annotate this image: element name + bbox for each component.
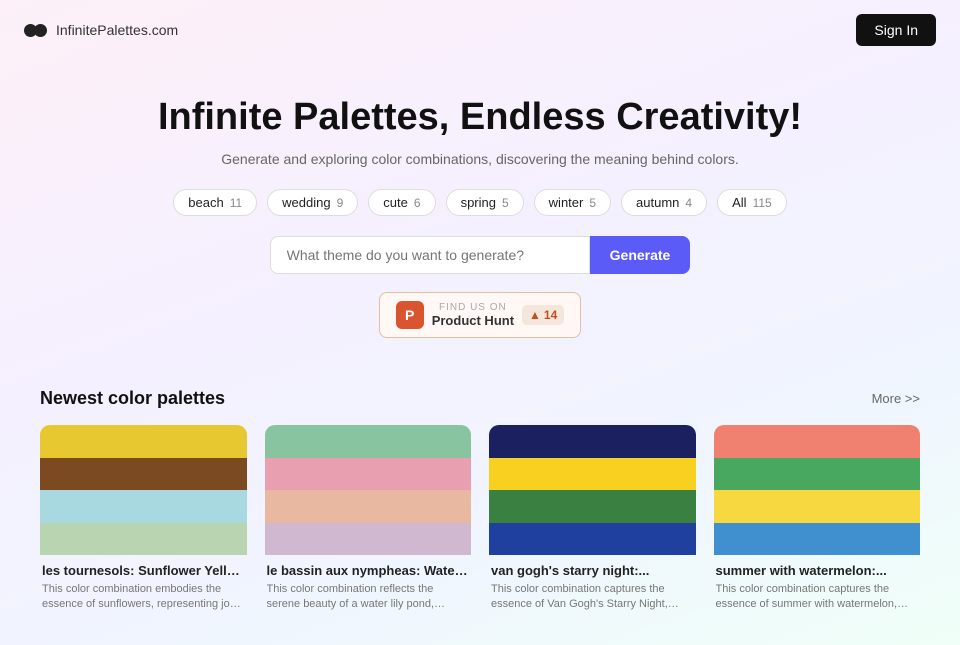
sign-in-button[interactable]: Sign In xyxy=(856,14,936,46)
palette-grid: les tournesols: Sunflower Yello... This … xyxy=(40,425,920,615)
palette-swatches xyxy=(40,425,247,555)
tag-count: 115 xyxy=(753,196,772,210)
tag-count: 11 xyxy=(230,196,242,210)
tag-label: beach xyxy=(188,195,223,210)
palette-info: van gogh's starry night:... This color c… xyxy=(489,555,696,615)
ph-upvote-badge: ▲ 14 xyxy=(522,305,564,325)
tag-count: 4 xyxy=(685,196,692,210)
color-swatch xyxy=(714,490,921,523)
color-swatch xyxy=(265,523,472,556)
palette-card[interactable]: les tournesols: Sunflower Yello... This … xyxy=(40,425,247,615)
palette-info: les tournesols: Sunflower Yello... This … xyxy=(40,555,247,615)
tag-label: autumn xyxy=(636,195,679,210)
logo-text: InfinitePalettes.com xyxy=(56,22,178,38)
search-input[interactable] xyxy=(270,236,590,274)
product-hunt-text-block: FIND US ON Product Hunt xyxy=(432,302,514,328)
color-swatch xyxy=(489,458,696,491)
more-link[interactable]: More >> xyxy=(872,391,920,406)
tag-item[interactable]: wedding 9 xyxy=(267,189,358,216)
tag-item[interactable]: All 115 xyxy=(717,189,787,216)
palette-name: van gogh's starry night:... xyxy=(491,563,694,578)
hero-section: Infinite Palettes, Endless Creativity! G… xyxy=(0,60,960,388)
hero-title: Infinite Palettes, Endless Creativity! xyxy=(20,96,940,139)
color-swatch xyxy=(489,425,696,458)
product-hunt-icon: P xyxy=(396,301,424,329)
color-swatch xyxy=(714,523,921,556)
search-bar: Generate xyxy=(20,236,940,274)
tag-count: 9 xyxy=(337,196,344,210)
color-swatch xyxy=(265,458,472,491)
tag-item[interactable]: beach 11 xyxy=(173,189,257,216)
color-swatch xyxy=(40,523,247,556)
section-header: Newest color palettes More >> xyxy=(40,388,920,409)
tag-label: All xyxy=(732,195,746,210)
color-swatch xyxy=(714,425,921,458)
color-swatch xyxy=(714,458,921,491)
tag-item[interactable]: winter 5 xyxy=(534,189,611,216)
tag-count: 6 xyxy=(414,196,421,210)
palette-name: le bassin aux nympheas: Water... xyxy=(267,563,470,578)
palette-name: summer with watermelon:... xyxy=(716,563,919,578)
ph-product-text: Product Hunt xyxy=(432,313,514,328)
tag-label: spring xyxy=(461,195,496,210)
palette-description: This color combination embodies the esse… xyxy=(42,582,245,613)
tag-label: winter xyxy=(549,195,584,210)
generate-button[interactable]: Generate xyxy=(590,236,691,274)
tag-label: wedding xyxy=(282,195,330,210)
ph-upvote-count: 14 xyxy=(544,308,557,322)
tag-item[interactable]: spring 5 xyxy=(446,189,524,216)
palettes-section: Newest color palettes More >> les tourne… xyxy=(0,388,960,645)
ph-upvote-icon: ▲ xyxy=(529,308,541,322)
product-hunt-badge: P FIND US ON Product Hunt ▲ 14 xyxy=(20,292,940,338)
product-hunt-link[interactable]: P FIND US ON Product Hunt ▲ 14 xyxy=(379,292,582,338)
logo-circle-right xyxy=(34,24,47,37)
color-swatch xyxy=(489,490,696,523)
color-swatch xyxy=(265,490,472,523)
tag-count: 5 xyxy=(502,196,509,210)
palette-swatches xyxy=(489,425,696,555)
tag-label: cute xyxy=(383,195,408,210)
header: InfinitePalettes.com Sign In xyxy=(0,0,960,60)
palette-description: This color combination captures the esse… xyxy=(491,582,694,613)
color-swatch xyxy=(265,425,472,458)
hero-subtitle: Generate and exploring color combination… xyxy=(20,151,940,167)
color-swatch xyxy=(40,458,247,491)
palette-card[interactable]: summer with watermelon:... This color co… xyxy=(714,425,921,615)
color-swatch xyxy=(40,490,247,523)
tag-count: 5 xyxy=(589,196,596,210)
tag-item[interactable]: cute 6 xyxy=(368,189,435,216)
section-title: Newest color palettes xyxy=(40,388,225,409)
tag-list: beach 11 wedding 9 cute 6 spring 5 winter 5 autumn… xyxy=(20,189,940,216)
palette-info: le bassin aux nympheas: Water... This co… xyxy=(265,555,472,615)
tag-item[interactable]: autumn 4 xyxy=(621,189,707,216)
ph-find-text: FIND US ON xyxy=(432,302,514,313)
palette-description: This color combination captures the esse… xyxy=(716,582,919,613)
color-swatch xyxy=(489,523,696,556)
palette-info: summer with watermelon:... This color co… xyxy=(714,555,921,615)
palette-swatches xyxy=(714,425,921,555)
palette-swatches xyxy=(265,425,472,555)
palette-card[interactable]: van gogh's starry night:... This color c… xyxy=(489,425,696,615)
palette-description: This color combination reflects the sere… xyxy=(267,582,470,613)
logo: InfinitePalettes.com xyxy=(24,22,178,38)
palette-name: les tournesols: Sunflower Yello... xyxy=(42,563,245,578)
color-swatch xyxy=(40,425,247,458)
logo-icon xyxy=(24,23,48,37)
palette-card[interactable]: le bassin aux nympheas: Water... This co… xyxy=(265,425,472,615)
